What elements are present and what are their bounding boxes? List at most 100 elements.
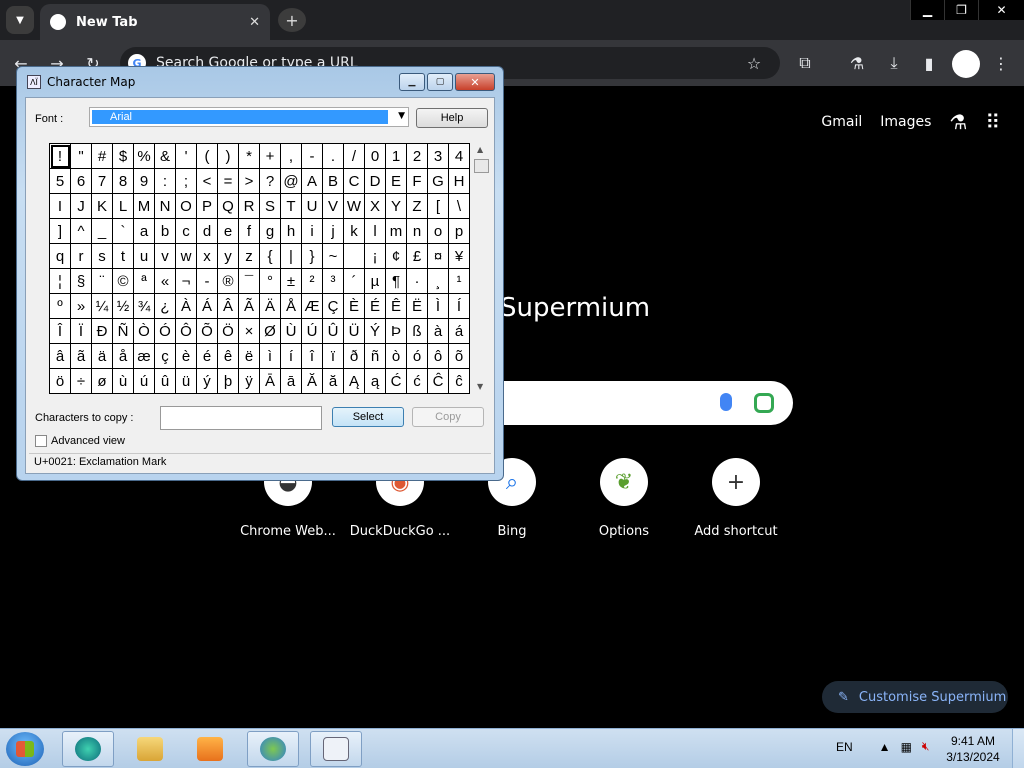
character-cell[interactable]: ß [407,319,428,344]
character-cell[interactable]: ¤ [428,244,449,269]
character-cell[interactable]: Ú [302,319,323,344]
character-cell[interactable]: J [71,194,92,219]
character-cell[interactable]: ~ [323,244,344,269]
character-cell[interactable]: ^ [71,219,92,244]
voice-search-icon[interactable] [720,393,732,411]
font-dropdown[interactable]: Arial ▼ [89,107,409,127]
character-cell[interactable]: ¬ [176,269,197,294]
character-cell[interactable]: q [50,244,71,269]
character-cell[interactable]: 0 [365,144,386,169]
taskbar-edge[interactable] [62,731,114,767]
character-cell[interactable]: é [197,344,218,369]
character-cell[interactable]: / [344,144,365,169]
character-cell[interactable]: ` [113,219,134,244]
taskbar-charmap[interactable] [310,731,362,767]
character-cell[interactable]: l [365,219,386,244]
character-cell[interactable]: ª [134,269,155,294]
character-cell[interactable]: c [176,219,197,244]
character-cell[interactable]: Q [218,194,239,219]
character-cell[interactable]: ! [50,144,71,169]
profile-avatar-icon[interactable] [952,50,980,78]
character-cell[interactable]: Ç [323,294,344,319]
character-cell[interactable]: 8 [113,169,134,194]
character-cell[interactable]: æ [134,344,155,369]
character-cell[interactable]: t [113,244,134,269]
character-cell[interactable]: Þ [386,319,407,344]
character-cell[interactable]: è [176,344,197,369]
character-cell[interactable]: b [155,219,176,244]
character-cell[interactable]: 4 [449,144,470,169]
character-cell[interactable]: Û [323,319,344,344]
character-cell[interactable]: > [239,169,260,194]
character-cell[interactable]: ¶ [386,269,407,294]
apps-grid-icon[interactable]: ⠿ [985,110,1000,134]
character-cell[interactable]: ì [260,344,281,369]
character-cell[interactable]: â [50,344,71,369]
character-cell[interactable]: Å [281,294,302,319]
character-cell[interactable]: Á [197,294,218,319]
character-cell[interactable]: § [71,269,92,294]
tab-close-icon[interactable]: ✕ [249,15,260,30]
character-cell[interactable]: C [344,169,365,194]
charmap-close-button[interactable]: ✕ [455,73,495,91]
character-cell[interactable]: ą [365,369,386,394]
character-cell[interactable]: p [449,219,470,244]
scroll-up-icon[interactable]: ▲ [477,145,483,154]
character-cell[interactable]: Ù [281,319,302,344]
character-cell[interactable]: þ [218,369,239,394]
character-cell[interactable]: Â [218,294,239,319]
character-cell[interactable]: ¸ [428,269,449,294]
taskbar-media-player[interactable] [184,731,236,767]
character-cell[interactable]: { [260,244,281,269]
character-cell[interactable]: Î [50,319,71,344]
character-cell[interactable]: ä [92,344,113,369]
advanced-view-checkbox[interactable]: Advanced view [35,435,125,447]
character-cell[interactable]: H [449,169,470,194]
character-cell[interactable]: á [449,319,470,344]
character-cell[interactable]: Ê [386,294,407,319]
character-cell[interactable]: , [281,144,302,169]
character-cell[interactable]: : [155,169,176,194]
character-cell[interactable]: s [92,244,113,269]
character-cell[interactable]: ø [92,369,113,394]
character-cell[interactable]: D [365,169,386,194]
help-button[interactable]: Help [416,108,488,128]
character-cell[interactable]: v [155,244,176,269]
character-cell[interactable]: 5 [50,169,71,194]
character-cell[interactable]: · [407,269,428,294]
character-cell[interactable]: ' [176,144,197,169]
character-cell[interactable]: I [50,194,71,219]
character-cell[interactable]: ö [50,369,71,394]
character-cell[interactable]: ă [323,369,344,394]
character-cell[interactable]: Ï [71,319,92,344]
character-cell[interactable]: Æ [302,294,323,319]
taskbar-users[interactable] [247,731,299,767]
character-cell[interactable]: k [344,219,365,244]
character-cell[interactable]: f [239,219,260,244]
character-cell[interactable]: M [134,194,155,219]
character-cell[interactable]: ) [218,144,239,169]
scroll-thumb[interactable] [474,159,489,173]
character-cell[interactable]: ° [260,269,281,294]
character-cell[interactable]: ¡ [365,244,386,269]
character-cell[interactable]: P [197,194,218,219]
character-cell[interactable]: ³ [323,269,344,294]
character-cell[interactable]: × [239,319,260,344]
character-cell[interactable]: © [113,269,134,294]
labs-flask-icon[interactable]: ⚗ [949,110,967,134]
tab-search-button[interactable]: ▼ [6,6,34,34]
character-cell[interactable]: L [113,194,134,219]
character-cell[interactable]: ¯ [239,269,260,294]
character-cell[interactable]: ; [176,169,197,194]
character-cell[interactable]: \ [449,194,470,219]
character-cell[interactable]: = [218,169,239,194]
character-cell[interactable]: Ö [218,319,239,344]
charmap-titlebar[interactable]: ΛΪ Character Map [27,75,135,89]
character-cell[interactable]: $ [113,144,134,169]
character-cell[interactable]: ï [323,344,344,369]
character-cell[interactable]: À [176,294,197,319]
character-cell[interactable]: a [134,219,155,244]
taskbar-explorer[interactable] [124,731,176,767]
character-cell[interactable]: E [386,169,407,194]
character-cell[interactable]: " [71,144,92,169]
